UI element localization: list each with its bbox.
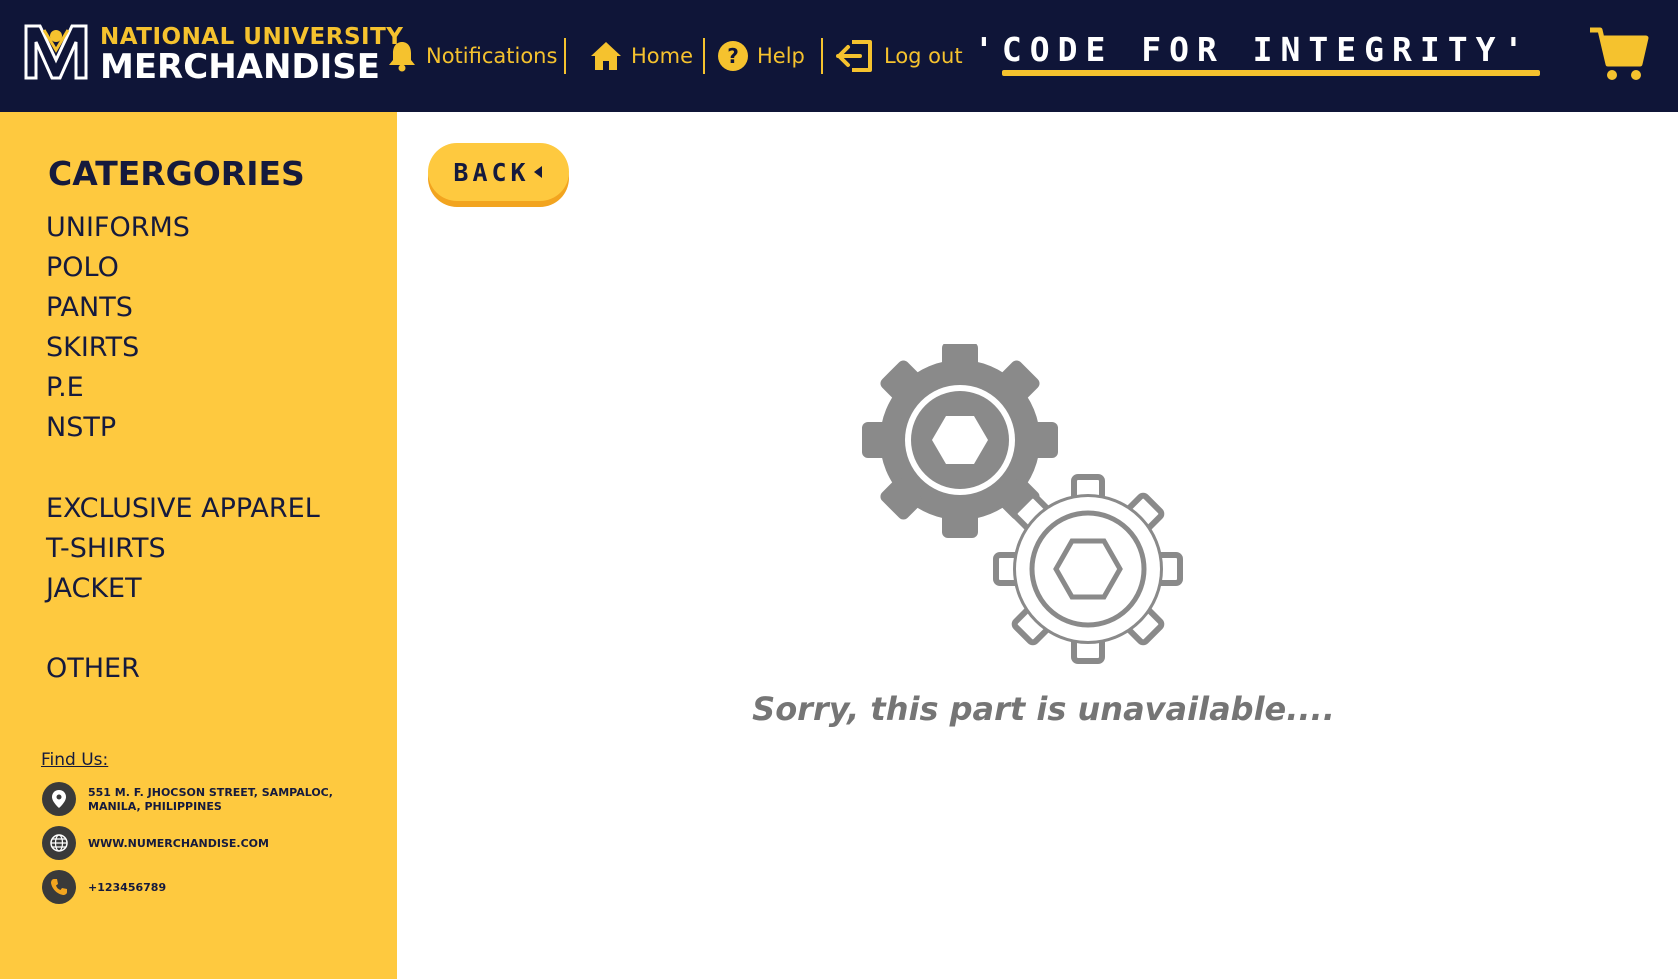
caret-left-icon [533, 166, 542, 178]
help-link[interactable]: ? Help [717, 36, 805, 76]
category-pe[interactable]: P.E [46, 372, 84, 403]
nu-bulldog-logo-icon[interactable] [22, 20, 90, 84]
back-button[interactable]: BACK [428, 143, 569, 201]
help-icon: ? [718, 41, 748, 71]
notifications-link[interactable]: Notifications [386, 36, 557, 76]
nav-divider [703, 38, 705, 74]
category-t-shirts[interactable]: T-SHIRTS [46, 533, 166, 564]
svg-text:?: ? [727, 44, 739, 68]
back-label: BACK [453, 157, 530, 187]
logout-icon [836, 40, 872, 72]
globe-icon [42, 826, 76, 860]
top-header: NATIONAL UNIVERSITY MERCHANDISE Notifica… [0, 0, 1678, 112]
home-label: Home [631, 44, 694, 68]
nav-divider [821, 38, 823, 74]
help-label: Help [757, 44, 805, 68]
home-icon [591, 42, 621, 70]
category-polo[interactable]: POLO [46, 252, 119, 283]
unavailable-message: Sorry, this part is unavailable.... [752, 690, 1335, 728]
brand: NATIONAL UNIVERSITY MERCHANDISE [100, 24, 403, 84]
website-link[interactable]: WWW.NUMERCHANDISE.COM [88, 837, 358, 851]
gears-icon [862, 344, 1183, 664]
notifications-label: Notifications [426, 44, 558, 68]
category-nstp[interactable]: NSTP [46, 412, 116, 443]
brand-main-text: MERCHANDISE [100, 47, 381, 87]
find-us-heading: Find Us: [41, 750, 109, 770]
category-exclusive-apparel[interactable]: EXCLUSIVE APPAREL [46, 493, 320, 524]
location-pin-icon [42, 782, 76, 816]
phone-number: +123456789 [88, 881, 167, 894]
categories-sidebar: CATERGORIES UNIFORMS POLO PANTS SKIRTS P… [0, 112, 397, 979]
bell-icon [389, 42, 415, 72]
logout-link[interactable]: Log out [836, 36, 963, 76]
home-link[interactable]: Home [589, 36, 693, 76]
logout-label: Log out [884, 44, 963, 68]
category-other[interactable]: OTHER [46, 653, 140, 684]
address-text: 551 M. F. JHOCSON STREET, SAMPALOC, MANI… [88, 786, 333, 813]
categories-title: CATERGORIES [48, 154, 305, 193]
nav-divider [564, 38, 566, 74]
shopping-cart-icon[interactable] [1588, 24, 1650, 84]
category-skirts[interactable]: SKIRTS [46, 332, 139, 363]
slogan-underline [1002, 70, 1540, 76]
category-pants[interactable]: PANTS [46, 292, 133, 323]
phone-icon [42, 870, 76, 904]
category-uniforms[interactable]: UNIFORMS [46, 212, 190, 243]
slogan-text: 'CODE FOR INTEGRITY' [974, 30, 1532, 69]
category-jacket[interactable]: JACKET [46, 573, 142, 604]
